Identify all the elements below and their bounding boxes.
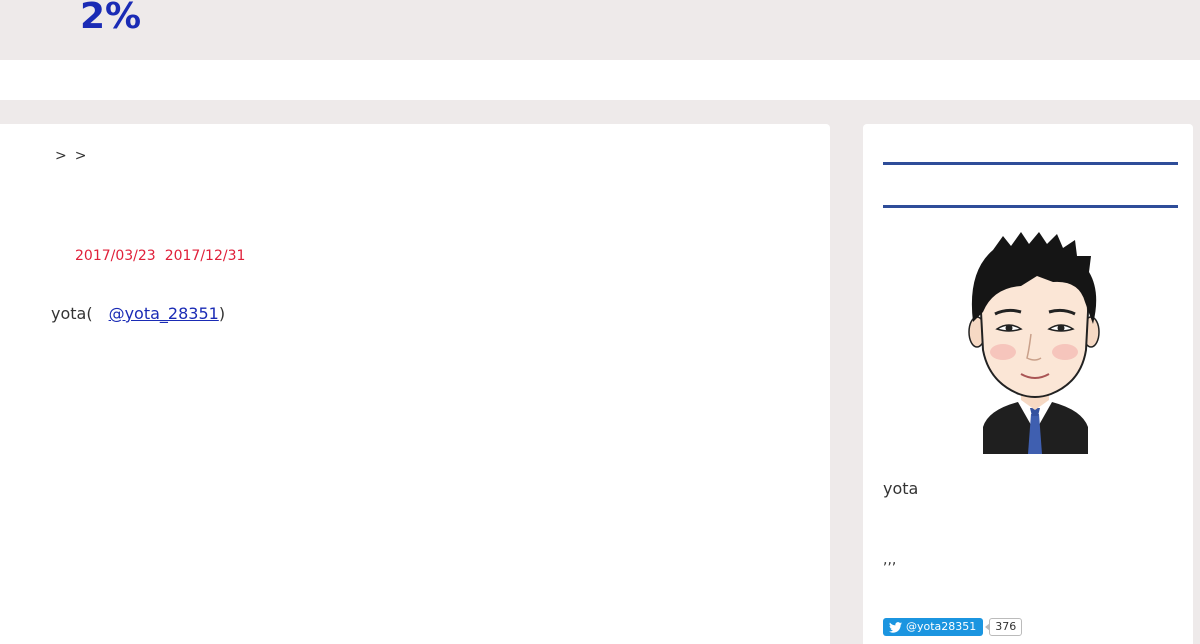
main-content: > > 2017/03/23 2017/12/31 yota(@yota_28351… (0, 124, 830, 644)
updated-date: 2017/12/31 (164, 248, 246, 264)
breadcrumb-separator: > (55, 148, 67, 164)
published-date: 2017/03/23 (75, 248, 156, 264)
sidebar-heading-bottom-rule (883, 205, 1178, 208)
twitter-follow-label: @yota28351 (906, 620, 977, 633)
site-title[interactable]: 2% (80, 0, 141, 37)
twitter-bird-icon (889, 621, 902, 633)
sidebar: yota ,,, @yota28351 376 (863, 124, 1193, 644)
author-twitter-link[interactable]: @yota_28351 (109, 304, 219, 323)
twitter-follow-button[interactable]: @yota28351 (883, 618, 984, 636)
breadcrumb-separator: > (74, 148, 87, 164)
author-suffix: ) (218, 304, 226, 323)
follower-count[interactable]: 376 (985, 618, 1023, 636)
post-dates: 2017/03/23 2017/12/31 (75, 248, 254, 264)
author-line: yota( @yota_28351) (51, 304, 225, 323)
profile-name: yota (883, 479, 919, 498)
site-header: 2% (0, 0, 1200, 60)
nav-bar (0, 60, 1200, 100)
author-prefix: yota( (51, 304, 93, 323)
sidebar-heading-top-rule (883, 162, 1178, 165)
twitter-follow-widget: @yota28351 376 (883, 618, 1023, 636)
profile-description: ,,, (883, 552, 897, 568)
breadcrumb: > > (55, 148, 94, 164)
profile-avatar (968, 232, 1100, 454)
